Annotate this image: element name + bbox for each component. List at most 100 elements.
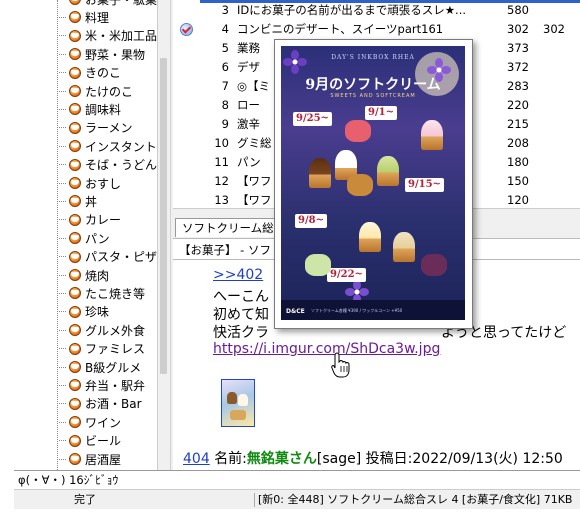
thread-count: 208 (507, 136, 529, 150)
name-label: 名前: (214, 451, 247, 467)
category-label: たこ焼き等 (85, 286, 146, 301)
category-label: 料理 (85, 10, 110, 25)
category-item[interactable]: グルメ外食 (59, 321, 145, 339)
image-thumbnail[interactable] (221, 379, 255, 427)
board-icon (68, 286, 82, 300)
board-icon (68, 0, 82, 6)
category-label: パン (85, 231, 110, 246)
command-input[interactable]: φ(・∀・) 16ｼﾞﾋﾞｮｳ (14, 470, 580, 489)
poster-logo: D&CE (286, 308, 305, 315)
category-item[interactable]: 珍味 (59, 303, 109, 321)
tree-branch (59, 440, 66, 442)
category-item[interactable]: ファミレス (59, 340, 145, 358)
category-label: 弁当・駅弁 (85, 378, 146, 393)
date-label: 投稿日: (365, 451, 413, 467)
category-tree[interactable]: お菓子・駄菓子料理米・米加工品野菜・果物きのこたけのこ調味料ラーメンインスタント… (14, 0, 157, 470)
pear-softcream-graphic (359, 222, 381, 252)
category-item[interactable]: 居酒屋 (59, 450, 121, 468)
category-item[interactable]: パン (59, 229, 110, 247)
category-item[interactable]: たけのこ (59, 82, 133, 100)
category-item[interactable]: たこ焼き等 (59, 284, 145, 302)
poster-subtitle: SWEETS AND SOFTCREAM (330, 93, 416, 99)
tree-branch (59, 182, 66, 184)
category-item[interactable]: 調味料 (59, 100, 121, 118)
post-body-line: 快活クラ (213, 325, 269, 341)
board-icon (68, 305, 82, 319)
tree-branch (59, 53, 66, 55)
reply-anchor-link[interactable]: >>402 (213, 267, 263, 283)
tree-branch (59, 90, 66, 92)
category-label: B級グルメ (85, 360, 142, 375)
category-item[interactable]: ビール (59, 432, 121, 450)
sweet-potato-graphic (421, 254, 447, 276)
date-label-1: 9/1~ (365, 106, 397, 120)
category-label: 焼肉 (85, 268, 110, 283)
category-item[interactable]: B級グルメ (59, 358, 141, 376)
board-icon (68, 434, 82, 448)
post-number-link[interactable]: 404 (183, 451, 210, 467)
tree-branch (59, 16, 66, 18)
category-item[interactable]: お酒・Bar (59, 395, 142, 413)
category-item[interactable]: パスタ・ピザ (59, 248, 157, 266)
thread-number: 12 (214, 174, 229, 188)
category-item[interactable]: 焼肉 (59, 266, 109, 284)
category-scrollbar[interactable] (157, 0, 170, 470)
board-icon (68, 250, 82, 264)
board-icon (68, 139, 82, 153)
status-bar: 完了 [新0: 全448] ソフトクリーム総合スレ 4 [お菓子/食文化] 71… (14, 489, 580, 510)
chocolate-softcream-graphic (309, 158, 331, 188)
thread-count: 580 (507, 3, 529, 17)
category-label: そば・うどん (85, 158, 157, 173)
softcream-poster-image: DAY'S INKBOX RHEA 9月のソフトクリーム SWEETS AND … (281, 46, 465, 320)
board-icon (68, 84, 82, 98)
thread-count: 220 (507, 98, 529, 112)
category-label: 調味料 (85, 102, 122, 117)
poster-name: 無銘菓さん (246, 451, 317, 467)
post-body-line: 初めて知 (213, 307, 269, 323)
tree-connector (57, 0, 58, 470)
board-icon (68, 102, 82, 116)
tree-branch (59, 35, 66, 37)
category-item[interactable]: 料理 (59, 8, 109, 26)
tree-branch (59, 164, 66, 166)
category-item[interactable]: そば・うどん (59, 156, 157, 174)
category-item[interactable]: 米・米加工品 (59, 27, 157, 45)
category-item[interactable]: 丼 (59, 192, 97, 210)
thread-count: 150 (507, 174, 529, 188)
board-icon (68, 397, 82, 411)
green-softcream-graphic (377, 156, 399, 186)
category-item[interactable]: お菓子・駄菓子 (59, 0, 157, 8)
tree-branch (59, 200, 66, 202)
grape-graphic (305, 254, 331, 276)
tree-branch (59, 237, 66, 239)
thread-number: 4 (221, 22, 229, 36)
thread-number: 11 (214, 155, 229, 169)
category-item[interactable]: ラーメン (59, 119, 133, 137)
thread-count: 180 (507, 155, 529, 169)
category-item[interactable]: おすし (59, 174, 121, 192)
category-item[interactable]: 野菜・果物 (59, 45, 145, 63)
category-item[interactable]: きのこ (59, 64, 121, 82)
category-label: グルメ外食 (85, 323, 146, 338)
image-link[interactable]: https://i.imgur.com/ShDca3w.jpg (213, 341, 440, 357)
category-item[interactable]: インスタント麺 (59, 137, 157, 155)
potato-softcream-graphic (393, 232, 415, 262)
category-item[interactable]: 弁当・駅弁 (59, 376, 145, 394)
category-item[interactable]: カレー (59, 211, 121, 229)
image-preview-popup[interactable]: DAY'S INKBOX RHEA 9月のソフトクリーム SWEETS AND … (274, 39, 473, 329)
category-item[interactable]: ワイン (59, 413, 121, 431)
scrollbar-thumb[interactable] (160, 58, 167, 374)
thread-row[interactable]: 4 コンビニのデザート、スイーツpart161 302 302 (173, 20, 580, 38)
tree-branch (59, 329, 66, 331)
board-icon (68, 452, 82, 466)
category-label: 米・米加工品 (85, 29, 157, 44)
tree-branch (59, 403, 66, 405)
pastry-graphic (347, 174, 373, 196)
category-label: 丼 (85, 194, 98, 209)
thread-number: 6 (221, 60, 229, 74)
tree-branch (59, 127, 66, 129)
category-label: カレー (85, 213, 122, 228)
peach-softcream-graphic (421, 120, 443, 150)
category-label: インスタント麺 (85, 139, 157, 154)
thread-row[interactable]: 3 IDにお菓子の名前が出るまで頑張るスレ★... 580 (173, 1, 580, 19)
